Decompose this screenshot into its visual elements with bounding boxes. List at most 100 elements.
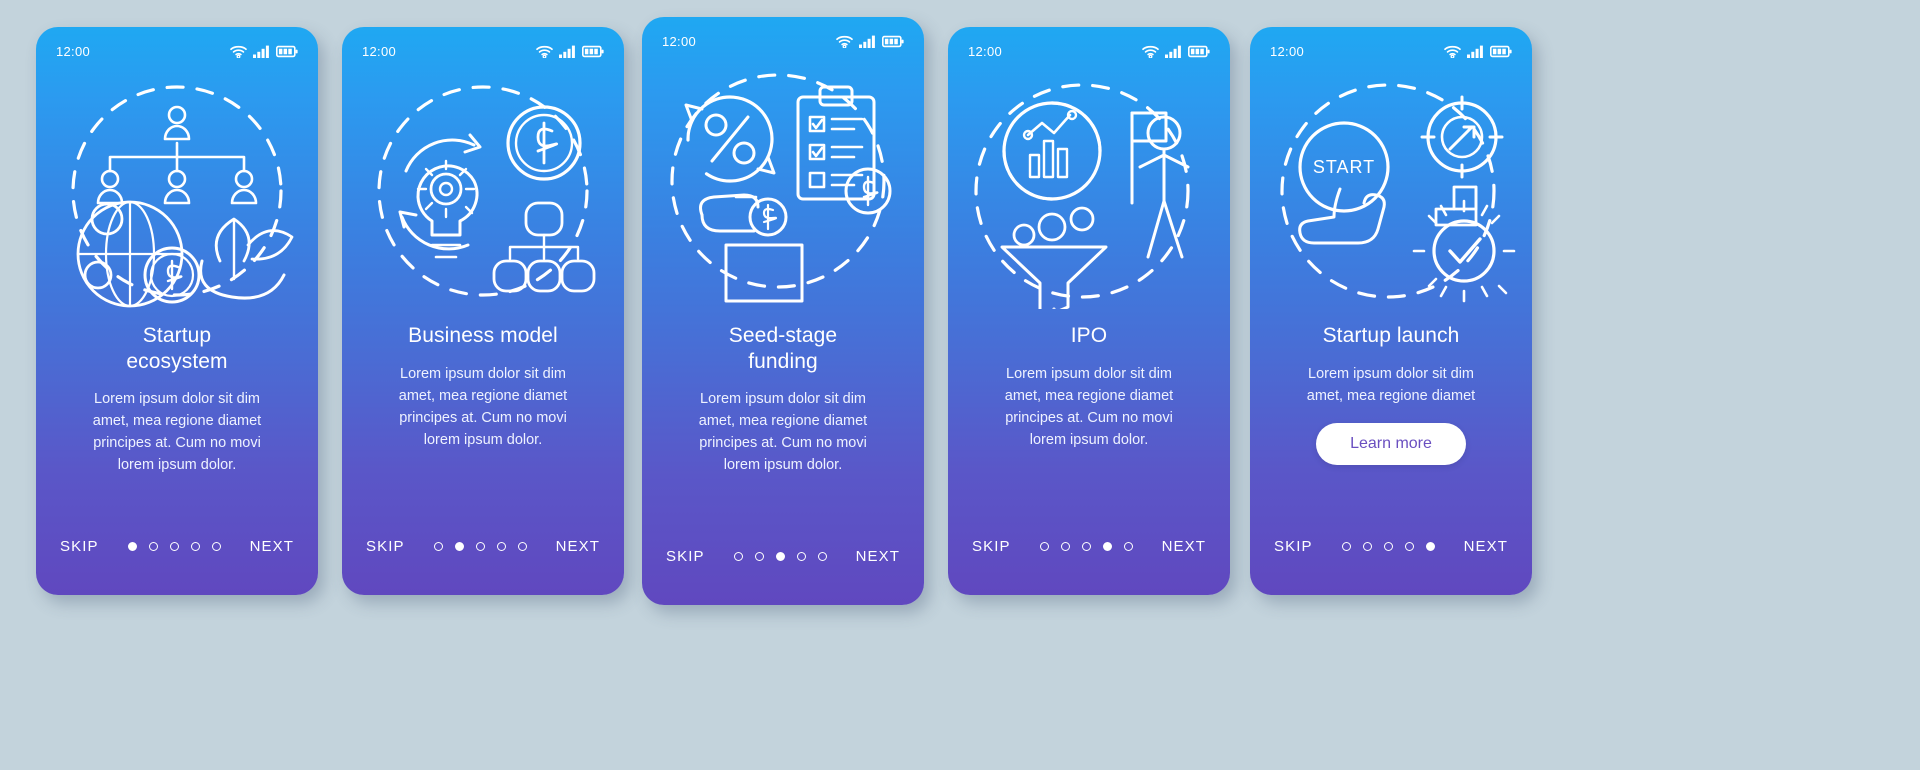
skip-button[interactable]: SKIP [666,548,705,565]
pagination-dot-1[interactable] [733,552,743,561]
wifi-icon [1142,45,1159,58]
pagination-dot-2[interactable] [454,542,464,551]
battery-icon [882,35,904,48]
next-button[interactable]: NEXT [856,548,900,565]
wifi-icon [536,45,553,58]
cellular-signal-icon [253,45,270,58]
onboarding-screens-canvas: 12:00 Startup ecosystem Lorem ipsum dolo… [0,0,1920,770]
status-icons-group [1142,45,1210,58]
status-bar-clock: 12:00 [1270,43,1305,59]
pagination-dots [733,552,827,561]
status-bar-clock: 12:00 [968,43,1003,59]
illustration-area [342,61,624,323]
pagination-dot-5[interactable] [817,552,827,561]
svg-text:START: START [1313,157,1375,177]
skip-button[interactable]: SKIP [972,538,1011,555]
screen-description: Lorem ipsum dolor sit dim amet, mea regi… [698,391,868,474]
pagination-dot-4[interactable] [496,542,506,551]
pagination-dot-5[interactable] [211,542,221,551]
pagination-dot-2[interactable] [1362,542,1372,551]
pagination-dots [1039,542,1133,551]
pagination-dot-4[interactable] [796,552,806,561]
battery-icon [1490,45,1512,58]
skip-button[interactable]: SKIP [60,538,99,555]
next-button[interactable]: NEXT [250,538,294,555]
onboarding-navigation: SKIP NEXT [342,538,624,595]
illustration-area [642,51,924,323]
next-button[interactable]: NEXT [556,538,600,555]
status-bar: 12:00 [36,27,318,61]
screen-title: IPO [1070,324,1108,347]
onboarding-screen-ipo: 12:00 IPO Lorem ipsum dolor sit dim amet… [948,27,1230,595]
startup-ecosystem-illustration [71,85,294,308]
onboarding-navigation: SKIP NEXT [642,548,924,605]
wifi-icon [230,45,247,58]
screen-title: Startup ecosystem [126,324,228,373]
text-block: IPO Lorem ipsum dolor sit dim amet, mea … [948,323,1230,538]
wifi-icon [836,35,853,48]
pagination-dot-5[interactable] [517,542,527,551]
onboarding-navigation: SKIP NEXT [1250,538,1532,595]
pagination-dot-3[interactable] [1383,542,1393,551]
screen-description: Lorem ipsum dolor sit dim amet, mea regi… [1004,365,1174,448]
status-bar: 12:00 [342,27,624,61]
onboarding-navigation: SKIP NEXT [36,538,318,595]
pagination-dot-1[interactable] [127,542,137,551]
screen-description: Lorem ipsum dolor sit dim amet, mea regi… [1306,365,1476,404]
screen-title: Seed-stage funding [728,324,838,373]
battery-icon [1188,45,1210,58]
battery-icon [276,45,298,58]
status-icons-group [230,45,298,58]
text-block: Business model Lorem ipsum dolor sit dim… [342,323,624,538]
illustration-area [948,61,1230,323]
illustration-area [36,61,318,323]
seed-stage-funding-illustration [670,73,892,303]
next-button[interactable]: NEXT [1162,538,1206,555]
ipo-illustration [974,83,1190,309]
onboarding-screen-startup-ecosystem: 12:00 Startup ecosystem Lorem ipsum dolo… [36,27,318,595]
pagination-dot-2[interactable] [1060,542,1070,551]
startup-launch-illustration: START [1280,83,1516,303]
pagination-dot-3[interactable] [1081,542,1091,551]
pagination-dot-2[interactable] [148,542,158,551]
screen-description: Lorem ipsum dolor sit dim amet, mea regi… [398,365,568,448]
onboarding-screen-startup-launch: 12:00 START Startup launch Lorem ipsum d… [1250,27,1532,595]
skip-button[interactable]: SKIP [366,538,405,555]
screen-title: Business model [408,324,558,347]
business-model-illustration [377,85,596,297]
next-button[interactable]: NEXT [1464,538,1508,555]
pagination-dot-1[interactable] [1039,542,1049,551]
skip-button[interactable]: SKIP [1274,538,1313,555]
pagination-dot-4[interactable] [190,542,200,551]
onboarding-navigation: SKIP NEXT [948,538,1230,595]
status-bar: 12:00 [1250,27,1532,61]
pagination-dots [1341,542,1435,551]
illustration-area: START [1250,61,1532,323]
status-bar-clock: 12:00 [662,33,697,49]
pagination-dot-3[interactable] [169,542,179,551]
pagination-dot-3[interactable] [775,552,785,561]
pagination-dots [433,542,527,551]
pagination-dot-5[interactable] [1123,542,1133,551]
cellular-signal-icon [859,35,876,48]
screen-title: Startup launch [1322,324,1460,347]
text-block: Startup ecosystem Lorem ipsum dolor sit … [36,323,318,538]
status-icons-group [1444,45,1512,58]
pagination-dot-1[interactable] [433,542,443,551]
battery-icon [582,45,604,58]
status-icons-group [836,35,904,48]
learn-more-button[interactable]: Learn more [1316,422,1466,465]
pagination-dot-1[interactable] [1341,542,1351,551]
pagination-dot-4[interactable] [1404,542,1414,551]
pagination-dot-5[interactable] [1425,542,1435,551]
pagination-dot-2[interactable] [754,552,764,561]
status-bar: 12:00 [642,17,924,51]
cellular-signal-icon [1467,45,1484,58]
status-bar: 12:00 [948,27,1230,61]
text-block: Startup launch Lorem ipsum dolor sit dim… [1250,323,1532,538]
pagination-dot-3[interactable] [475,542,485,551]
screen-description: Lorem ipsum dolor sit dim amet, mea regi… [92,391,262,474]
onboarding-screen-business-model: 12:00 Business model Lorem ipsum dolor s… [342,27,624,595]
pagination-dot-4[interactable] [1102,542,1112,551]
cellular-signal-icon [559,45,576,58]
